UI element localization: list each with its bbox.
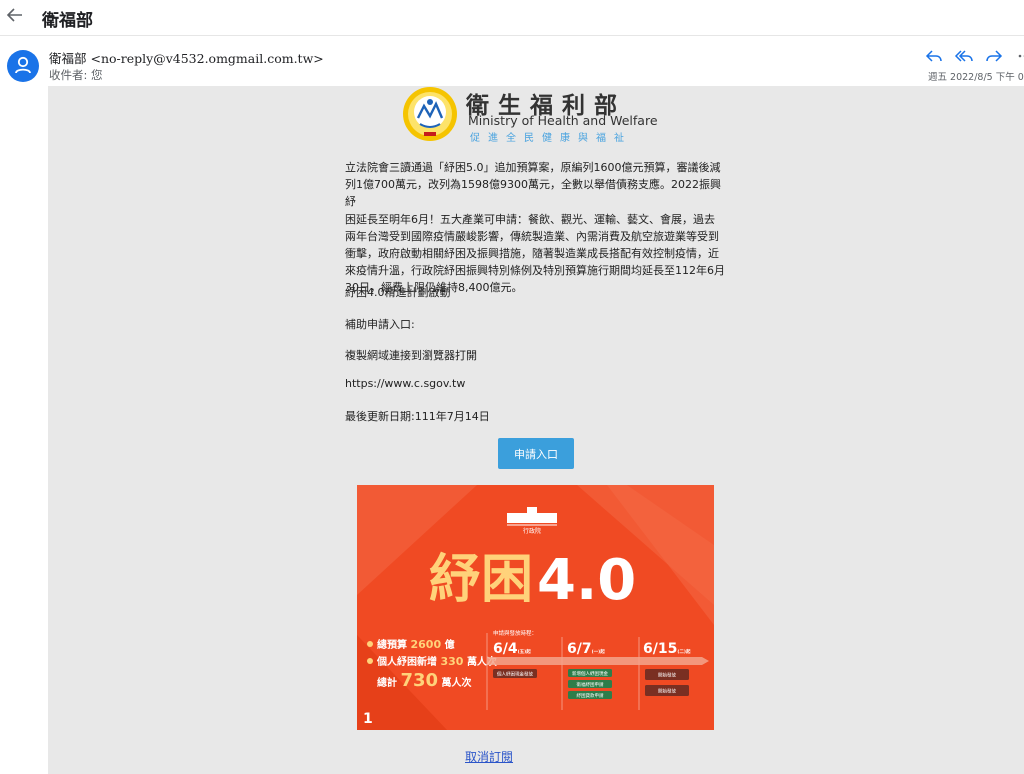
paragraph-line: 兩年台灣受到國際疫情嚴峻影響，傳統製造業、內需消費及航空旅遊業等受到 [345, 229, 719, 243]
unsubscribe-link[interactable]: 取消訂閱 [465, 748, 513, 765]
ministry-logo: 衛生福利部 Ministry of Health and Welfare 促進全… [402, 86, 672, 144]
timeline-day: (一)起 [592, 648, 606, 655]
svg-text:個人紓困新增 330 萬人次: 個人紓困新增 330 萬人次 [376, 655, 497, 668]
reply-icon[interactable] [924, 46, 944, 66]
message-actions [924, 46, 1024, 66]
relief-banner-image[interactable]: 行政院 紓困 4.0 總預算 2600 億 個人紓困新增 330 萬人次 總計 … [357, 485, 714, 730]
timeline-date: 6/15 [643, 641, 677, 657]
sender-avatar[interactable] [7, 50, 39, 82]
paragraph-line: 衝擊，政府啟動相關紓困及振興措施，隨著製造業成長搭配有效控制疫情，近 [345, 247, 719, 261]
banner-title-num: 4.0 [537, 548, 636, 613]
timestamp: 週五 2022/8/5 下午 03:0 [928, 72, 1024, 83]
announcement-paragraph: 立法院會三讀通過「紓困5.0」追加預算案，原編列1600億元預算，審議後減 列1… [345, 159, 727, 297]
budget-value: 2600 [410, 638, 441, 651]
top-bar: 衛福部 [0, 0, 1024, 36]
recipient-line: 收件者: 您 [49, 67, 103, 83]
forward-icon[interactable] [984, 46, 1004, 66]
url-text: https://www.c.sgov.tw [345, 377, 466, 390]
person-icon [15, 56, 31, 74]
banner-title-cn: 紓困 [429, 550, 533, 610]
ministry-slogan: 促進全民健康與福祉 [470, 133, 632, 144]
timeline-date: 6/4 [493, 641, 518, 657]
recipient-label: 收件者: [49, 68, 88, 82]
total-unit: 萬人次 [442, 676, 472, 689]
timeline-tag: 紓困貸款申請 [577, 692, 604, 699]
budget-unit: 億 [445, 638, 455, 651]
timeline-tag: 衛福紓困申請 [577, 681, 604, 688]
timeline-tag: 新增個人紓困現金 [572, 670, 608, 677]
more-options-icon[interactable] [1014, 46, 1024, 66]
timeline-date: 6/7 [567, 641, 592, 657]
sender-name[interactable]: 衛福部 [49, 51, 87, 66]
sender-line: 衛福部 <no-reply@v4532.omgmail.com.tw> [49, 48, 324, 67]
sender-email: <no-reply@v4532.omgmail.com.tw> [90, 51, 324, 66]
reply-all-icon[interactable] [954, 46, 974, 66]
paragraph-line: 立法院會三讀通過「紓困5.0」追加預算案，原編列1600億元預算，審議後減 [345, 161, 721, 174]
recipient-value: 您 [91, 68, 103, 82]
paragraph-line: 列1億700萬元，改列為1598億9300萬元，全數以舉借債務支應。2022振興… [345, 178, 721, 209]
timeline-tag: 個人紓困現金發放 [497, 671, 533, 678]
apply-entry-button[interactable]: 申請入口 [498, 438, 574, 469]
total-label: 總計 [377, 676, 397, 689]
svg-text:總預算 2600 億: 總預算 2600 億 [377, 638, 455, 651]
copy-hint: 複製網域連接到瀏覽器打開 [345, 349, 477, 362]
timeline-day: (二)起 [677, 648, 691, 655]
plan-line: 紓困4.0精進計劃啟動 [345, 286, 451, 299]
email-subject: 衛福部 [42, 11, 93, 31]
timeline-tag: 開始發放 [658, 688, 676, 695]
paragraph-line: 困延長至明年6月！五大產業可申請：餐飲、觀光、運輸、藝文、會展，過去 [345, 212, 715, 226]
banner-page-number: 1 [363, 711, 373, 727]
new-label: 個人紓困新增 [376, 655, 437, 668]
budget-label: 總預算 [377, 638, 407, 651]
timeline-day: (五)起 [518, 648, 532, 655]
paragraph-line: 來疫情升溫，行政院紓困振興特別條例及特別預算施行期間均延長至112年6月 [345, 264, 725, 278]
total-value: 730 [400, 670, 438, 691]
ministry-emblem-icon [403, 87, 457, 141]
timeline-tag: 開始發放 [658, 672, 676, 679]
back-arrow-icon[interactable] [4, 4, 26, 26]
ministry-name-en: Ministry of Health and Welfare [468, 113, 658, 128]
apply-entry-label: 補助申請入口: [345, 318, 415, 331]
updated-date: 最後更新日期:111年7月14日 [345, 410, 490, 423]
new-value: 330 [440, 655, 463, 668]
banner-org: 行政院 [523, 527, 541, 535]
timeline-header: 申請與發放時程： [493, 629, 537, 637]
email-body: 衛生福利部 Ministry of Health and Welfare 促進全… [48, 86, 1024, 774]
